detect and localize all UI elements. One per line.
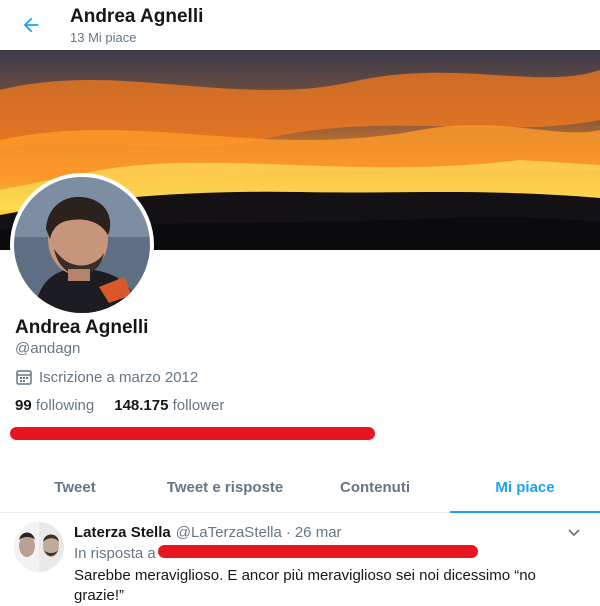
reply-context: In risposta a [74,545,156,562]
follower-count: 148.175 [114,397,169,414]
tab-mi-piace[interactable]: Mi piace [450,463,600,513]
profile-name: Andrea Agnelli [15,317,149,338]
profile-header: Andrea Agnelli 13 Mi piace [0,0,600,50]
tab-tweet-e-risposte[interactable]: Tweet e risposte [150,463,300,512]
following-count: 99 [15,397,32,414]
tweet-date[interactable]: 26 mar [295,524,342,541]
following-label: following [35,397,95,414]
redaction-mark [158,545,478,558]
redaction-mark [10,427,375,440]
tweet-header: Laterza Stella @LaTerzaStella · 26 mar [74,524,342,541]
header-title: Andrea Agnelli [70,6,204,27]
profile-tabs: Tweet Tweet e risposte Contenuti Mi piac… [0,463,600,513]
follower-stat[interactable]: 148.175 follower [114,397,224,414]
joined-label: Iscrizione a marzo 2012 [39,368,199,386]
follower-label: follower [172,397,225,414]
following-stat[interactable]: 99 following [15,397,94,414]
tweet-text: Sarebbe meraviglioso. E ancor più meravi… [74,567,536,604]
tab-tweet[interactable]: Tweet [0,463,150,512]
tweet-author[interactable]: Laterza Stella [74,524,171,541]
profile-handle: @andagn [15,340,81,357]
chevron-down-icon[interactable] [566,524,582,545]
profile-stats: 99 following 148.175 follower [15,397,244,414]
joined-date: Iscrizione a marzo 2012 [15,368,198,386]
calendar-icon [15,368,33,386]
arrow-left-icon [23,17,39,33]
tweet-handle[interactable]: @LaTerzaStella [176,524,282,541]
tab-contenuti[interactable]: Contenuti [300,463,450,512]
header-likes-count: 13 Mi piace [70,30,137,45]
tweet-separator: · [285,524,291,541]
tweet-avatar[interactable] [14,522,64,572]
back-button[interactable] [14,8,48,42]
tweet-item[interactable]: Laterza Stella @LaTerzaStella · 26 mar I… [0,514,600,606]
profile-avatar[interactable] [10,173,154,317]
